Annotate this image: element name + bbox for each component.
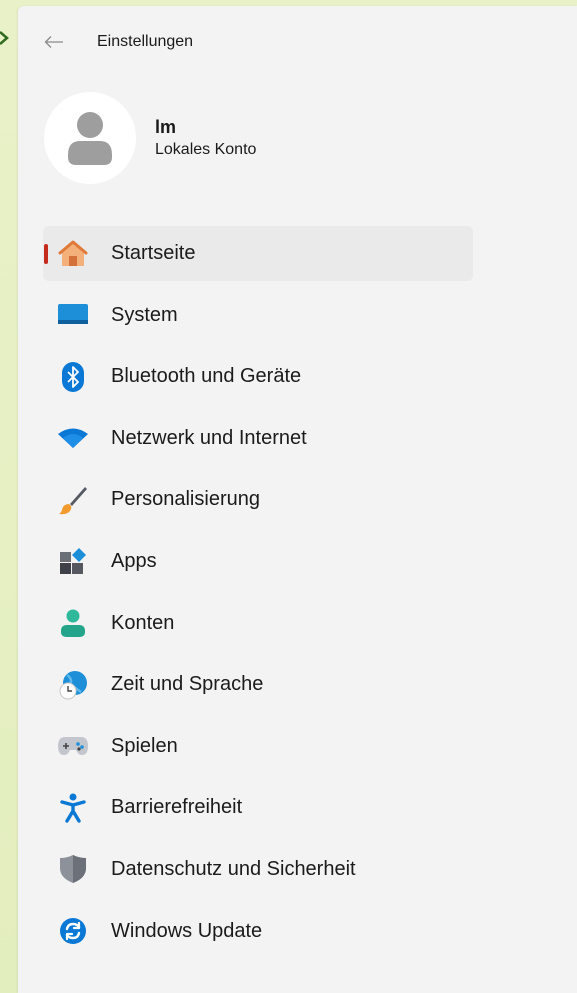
- profile-name: lm: [155, 117, 177, 137]
- back-arrow-icon: [44, 36, 63, 48]
- sidebar-item-label: Netzwerk und Internet: [111, 426, 307, 449]
- bluetooth-icon: [57, 361, 89, 393]
- sidebar-item-datenschutz[interactable]: Datenschutz und Sicherheit: [43, 842, 473, 897]
- selection-indicator: [44, 244, 48, 264]
- sidebar-item-bluetooth[interactable]: Bluetooth und Geräte: [43, 349, 473, 404]
- user-avatar-icon: [68, 112, 112, 165]
- sidebar-item-personalisierung[interactable]: Personalisierung: [43, 472, 473, 527]
- sidebar-item-spielen[interactable]: Spielen: [43, 719, 473, 774]
- sidebar-item-label: Apps: [111, 549, 157, 572]
- gamepad-icon: [57, 730, 89, 762]
- sidebar-item-windows-update[interactable]: Windows Update: [43, 904, 473, 959]
- profile-card[interactable]: lm Lokales Konto: [44, 92, 256, 184]
- avatar: [44, 92, 136, 184]
- apps-icon: [57, 545, 89, 577]
- back-button[interactable]: [36, 24, 72, 60]
- account-icon: [57, 607, 89, 639]
- sidebar-item-startseite[interactable]: Startseite: [43, 226, 473, 281]
- sidebar-item-label: Spielen: [111, 734, 178, 757]
- sidebar-item-barrierefreiheit[interactable]: Barrierefreiheit: [43, 780, 473, 835]
- settings-window: Einstellungen lm Lokales Konto Startseit…: [18, 6, 577, 993]
- time-language-icon: [57, 669, 89, 701]
- sidebar-item-konten[interactable]: Konten: [43, 596, 473, 651]
- accessibility-icon: [57, 792, 89, 824]
- title-bar: Einstellungen: [18, 24, 577, 60]
- sidebar-nav: Startseite System Bluetooth und Geräte N…: [43, 226, 473, 965]
- sidebar-item-label: Personalisierung: [111, 488, 260, 511]
- sidebar-item-netzwerk[interactable]: Netzwerk und Internet: [43, 411, 473, 466]
- sidebar-item-label: System: [111, 303, 178, 326]
- home-icon: [57, 238, 89, 270]
- update-icon: [57, 915, 89, 947]
- window-title: Einstellungen: [97, 33, 194, 50]
- sidebar-item-label: Startseite: [111, 242, 196, 264]
- wifi-icon: [57, 422, 89, 454]
- system-icon: [57, 299, 89, 331]
- sidebar-item-system[interactable]: System: [43, 288, 473, 343]
- sidebar-item-label: Zeit und Sprache: [111, 673, 264, 696]
- sidebar-item-label: Windows Update: [111, 919, 263, 942]
- brush-icon: [57, 484, 89, 516]
- shield-icon: [57, 853, 89, 885]
- sidebar-item-zeit-und-sprache[interactable]: Zeit und Sprache: [43, 657, 473, 712]
- sidebar-item-label: Bluetooth und Geräte: [111, 365, 302, 388]
- desktop-arrow-icon: [0, 31, 9, 45]
- sidebar-item-label: Datenschutz und Sicherheit: [111, 857, 356, 880]
- account-type: Lokales Konto: [155, 141, 257, 158]
- sidebar-item-label: Barrierefreiheit: [111, 796, 243, 819]
- sidebar-item-apps[interactable]: Apps: [43, 534, 473, 589]
- sidebar-item-label: Konten: [111, 611, 175, 634]
